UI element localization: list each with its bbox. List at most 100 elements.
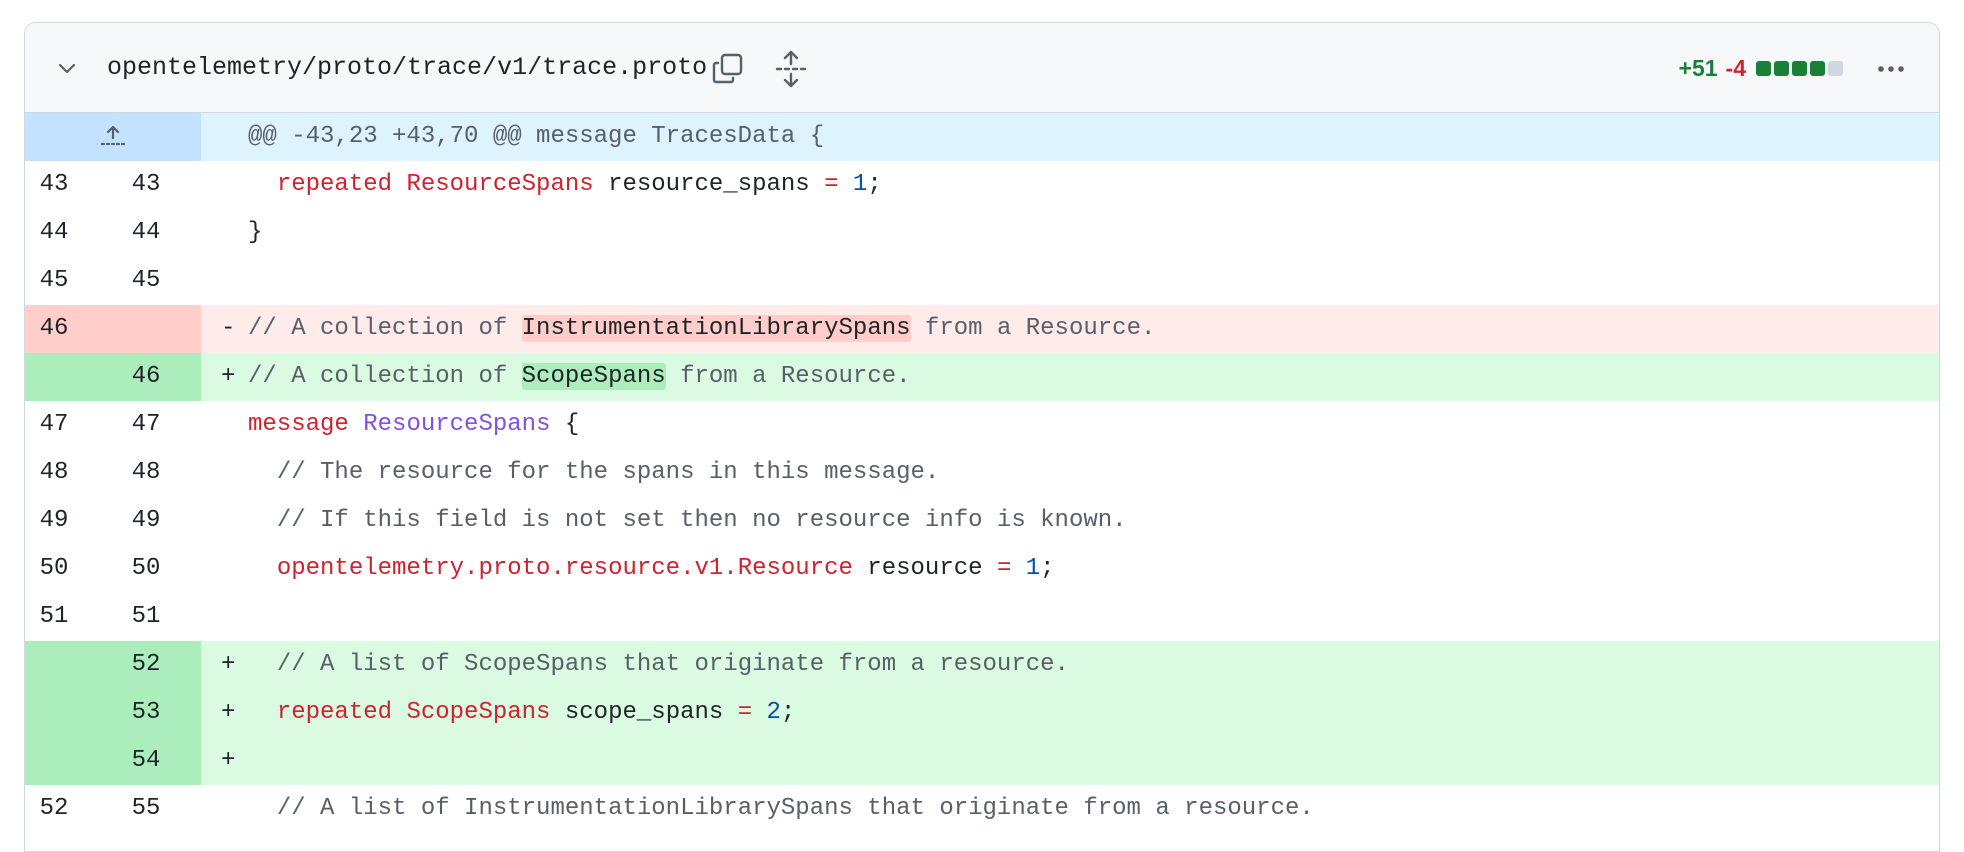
- code-token: // If this field is not set then no reso…: [276, 507, 1127, 534]
- code-line: }: [201, 209, 1939, 257]
- old-line-number[interactable]: [25, 689, 97, 737]
- added-line: 52 + // A list of ScopeSpans that origina…: [25, 641, 1939, 689]
- code-token: ;: [780, 699, 796, 726]
- code-line: +: [201, 737, 1939, 785]
- diff-marker: -: [221, 315, 236, 342]
- code-line: + repeated ScopeSpans scope_spans = 2;: [201, 689, 1939, 737]
- old-line-number[interactable]: 46: [25, 305, 97, 353]
- hunk-header-text: @@ -43,23 +43,70 @@ message TracesData {: [248, 123, 825, 150]
- code-token: from a Resource.: [665, 363, 911, 390]
- new-line-number[interactable]: 46: [97, 353, 201, 401]
- hunk-header-row: @@ -43,23 +43,70 @@ message TracesData {: [25, 113, 1939, 161]
- context-line: 51 51: [25, 593, 1939, 641]
- expand-up-button[interactable]: [25, 113, 201, 161]
- context-line: 47 47 message ResourceSpans {: [25, 401, 1939, 449]
- diffstat-block: [1792, 60, 1807, 76]
- old-line-number[interactable]: 49: [25, 497, 97, 545]
- code-token: ;: [1040, 555, 1055, 582]
- context-line: 48 48 // The resource for the spans in th…: [25, 449, 1939, 497]
- code-token: resource: [852, 555, 997, 582]
- file-path[interactable]: opentelemetry/proto/trace/v1/trace.proto: [107, 23, 707, 113]
- old-line-number[interactable]: 47: [25, 401, 97, 449]
- code-token: from a Resource.: [910, 315, 1156, 342]
- code-token: // A list of InstrumentationLibrarySpans…: [276, 795, 1314, 822]
- code-token: {: [550, 411, 580, 438]
- new-line-number[interactable]: 50: [97, 545, 201, 593]
- new-line-number[interactable]: [97, 305, 201, 353]
- code-line: // A list of InstrumentationLibrarySpans…: [201, 785, 1939, 833]
- old-line-number[interactable]: 52: [25, 785, 97, 833]
- code-token: ScopeSpans: [406, 699, 551, 726]
- code-token: 1: [852, 171, 868, 198]
- old-line-number[interactable]: 43: [25, 161, 97, 209]
- context-line: 43 43 repeated ResourceSpans resource_spa…: [25, 161, 1939, 209]
- code-token: ResourceSpans: [363, 411, 551, 438]
- unfold-icon[interactable]: [773, 49, 809, 89]
- new-line-number[interactable]: 45: [97, 257, 201, 305]
- code-token: ResourceSpans: [406, 171, 594, 198]
- new-line-number[interactable]: 52: [97, 641, 201, 689]
- deleted-line: 46 -// A collection of InstrumentationLib…: [25, 305, 1939, 353]
- old-line-number[interactable]: 44: [25, 209, 97, 257]
- code-token: resource_spans: [593, 171, 825, 198]
- highlighted-change: InstrumentationLibrarySpans: [521, 315, 911, 342]
- code-token: // A collection of: [248, 363, 522, 390]
- deletions-count: -4: [1725, 55, 1746, 81]
- new-line-number[interactable]: 54: [97, 737, 201, 785]
- highlighted-change: ScopeSpans: [521, 363, 666, 390]
- code-line: // If this field is not set then no reso…: [201, 497, 1939, 545]
- code-line: + // A collection of ScopeSpans from a Re…: [201, 353, 1939, 401]
- new-line-number[interactable]: 48: [97, 449, 201, 497]
- code-token: // A collection of: [248, 315, 522, 342]
- code-token: =: [824, 171, 839, 198]
- old-line-number[interactable]: 50: [25, 545, 97, 593]
- added-line: 53 + repeated ScopeSpans scope_spans = 2;: [25, 689, 1939, 737]
- code-line: repeated ResourceSpans resource_spans = …: [201, 161, 1939, 209]
- diff-file: opentelemetry/proto/trace/v1/trace.proto…: [24, 22, 1940, 852]
- new-line-number[interactable]: 43: [97, 161, 201, 209]
- diffstat-block: [1828, 60, 1843, 76]
- old-line-number[interactable]: 48: [25, 449, 97, 497]
- diff-lines: 43 43 repeated ResourceSpans resource_spa…: [25, 161, 1939, 833]
- copy-icon[interactable]: [710, 51, 746, 87]
- new-line-number[interactable]: 53: [97, 689, 201, 737]
- new-line-number[interactable]: 47: [97, 401, 201, 449]
- context-line: 49 49 // If this field is not set then no…: [25, 497, 1939, 545]
- kebab-horizontal-icon[interactable]: [1873, 51, 1909, 87]
- diffstat-block: [1810, 60, 1825, 76]
- code-token: 1: [1025, 555, 1041, 582]
- diffstat-blocks: [1756, 60, 1843, 76]
- old-line-number[interactable]: [25, 353, 97, 401]
- code-token: repeated: [276, 699, 393, 726]
- context-line: 52 55 // A list of InstrumentationLibrary…: [25, 785, 1939, 833]
- code-token: opentelemetry.proto.resource.v1.Resource: [276, 555, 853, 582]
- code-line: message ResourceSpans {: [201, 401, 1939, 449]
- old-line-number[interactable]: 45: [25, 257, 97, 305]
- code-token: =: [996, 555, 1012, 582]
- new-line-number[interactable]: 44: [97, 209, 201, 257]
- diffstat-block: [1774, 60, 1789, 76]
- old-line-number[interactable]: [25, 641, 97, 689]
- new-line-number[interactable]: 55: [97, 785, 201, 833]
- chevron-down-icon[interactable]: [55, 56, 79, 80]
- old-line-number[interactable]: [25, 737, 97, 785]
- code-token: ;: [867, 171, 882, 198]
- new-line-number[interactable]: 51: [97, 593, 201, 641]
- fold-up-icon: [100, 125, 126, 145]
- new-line-number[interactable]: 49: [97, 497, 201, 545]
- diff-marker: +: [221, 363, 236, 390]
- old-line-number[interactable]: 51: [25, 593, 97, 641]
